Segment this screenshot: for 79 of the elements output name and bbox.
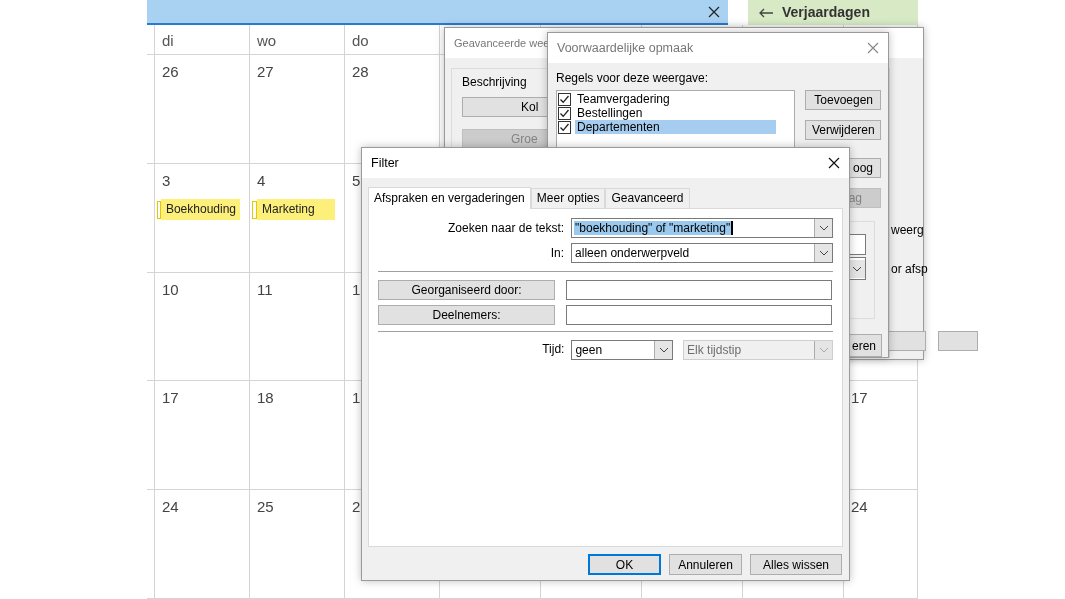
day-cell[interactable]: 10 [155,272,250,382]
calendar-event[interactable]: Marketing [257,199,335,221]
field-value: alleen onderwerpveld [574,245,690,262]
input-field[interactable] [566,305,832,325]
field-label: Tijd: [542,342,565,356]
tab[interactable]: Geavanceerd [605,188,690,208]
checkbox[interactable] [558,106,571,120]
day-cell[interactable]: 25 [250,490,345,599]
date-label: 3 [162,170,172,191]
dialog-button[interactable]: OK [588,554,661,575]
dropdown-button[interactable] [814,219,832,237]
dialog-button[interactable]: Deelnemers: [378,305,555,325]
day-cell[interactable]: 4 Marketing [250,163,345,273]
close-icon[interactable] [828,157,840,169]
back-arrow-icon[interactable] [758,7,774,18]
dropdown-button[interactable] [814,244,832,262]
day-cell[interactable]: 17 [155,381,250,491]
date-label: 4 [257,170,267,191]
date-label: 17 [162,388,180,409]
date-label: 2 [352,497,362,518]
checkbox[interactable] [558,92,571,106]
text-cursor [731,221,734,235]
day-cell[interactable]: 18 [250,381,345,491]
dialog-button[interactable]: Alles wissen [750,554,842,575]
date-label: 24 [851,497,869,518]
day-cell[interactable]: 3 Boekhouding [155,163,250,273]
day-cell[interactable]: 24 [155,490,250,599]
list-label: Regels voor deze weergave: [556,70,710,87]
chevron-down-icon [658,347,669,353]
weekday-label: wo [257,32,277,49]
day-cell[interactable]: 26 [155,55,250,164]
rule-item[interactable]: Bestellingen [575,106,776,120]
day-cell[interactable]: 11 [250,272,345,382]
option-label: weerg [891,222,925,239]
date-label: 17 [851,388,869,409]
date-label: 24 [162,497,180,518]
panel-title: Verjaardagen [782,3,870,22]
event-marker [157,200,161,219]
rule-item[interactable]: Teamvergadering [575,92,776,106]
date-label: 25 [257,497,275,518]
dropdown-field[interactable]: alleen onderwerpveld [571,243,833,263]
weekday-label: do [352,32,369,49]
dialog-button[interactable]: Toevoegen [805,90,881,110]
group-label: Beschrijving [462,74,527,91]
date-label: 10 [162,279,180,300]
date-label: 5 [352,170,362,191]
close-icon[interactable] [708,5,720,18]
dialog-button[interactable]: Annuleren [669,554,742,575]
date-label: 28 [352,62,370,82]
search-combo-field[interactable]: "boekhouding" of "marketing" [571,218,833,238]
window-title: Voorwaardelijke opmaak [557,39,694,57]
dropdown-field[interactable]: geen [571,340,674,360]
chevron-down-icon [818,225,829,231]
weekday-label: di [162,32,174,49]
dialog-button[interactable]: Verwijderen [805,120,881,140]
field-label: In: [550,246,565,260]
field-label: Zoeken naar de tekst: [448,221,565,235]
dialog-button[interactable]: Georganiseerd door: [378,280,555,300]
input-field[interactable] [566,280,832,300]
field-value: geen [574,342,603,359]
tab[interactable]: Meer opties [530,188,606,208]
date-label: 1 [352,388,362,409]
rule-item[interactable]: Departementen [575,120,776,134]
date-label: 26 [162,62,180,82]
date-label: 27 [257,62,275,82]
dropdown-button[interactable] [654,341,673,359]
field-value: "boekhouding" of "marketing" [573,220,732,237]
option-label: or afsp [891,261,929,278]
chevron-down-icon [818,250,829,256]
field-value: Elk tijdstip [686,342,742,359]
event-marker [252,200,257,219]
chevron-down-icon [851,265,862,272]
calendar-event[interactable]: Boekhouding [160,199,240,221]
chevron-down-icon [818,347,829,353]
date-label: 18 [257,388,275,409]
day-cell[interactable]: 27 [250,55,345,164]
tab[interactable]: Afspraken en vergaderingen [368,187,531,209]
date-label: 11 [257,279,274,300]
checkbox[interactable] [558,120,571,134]
